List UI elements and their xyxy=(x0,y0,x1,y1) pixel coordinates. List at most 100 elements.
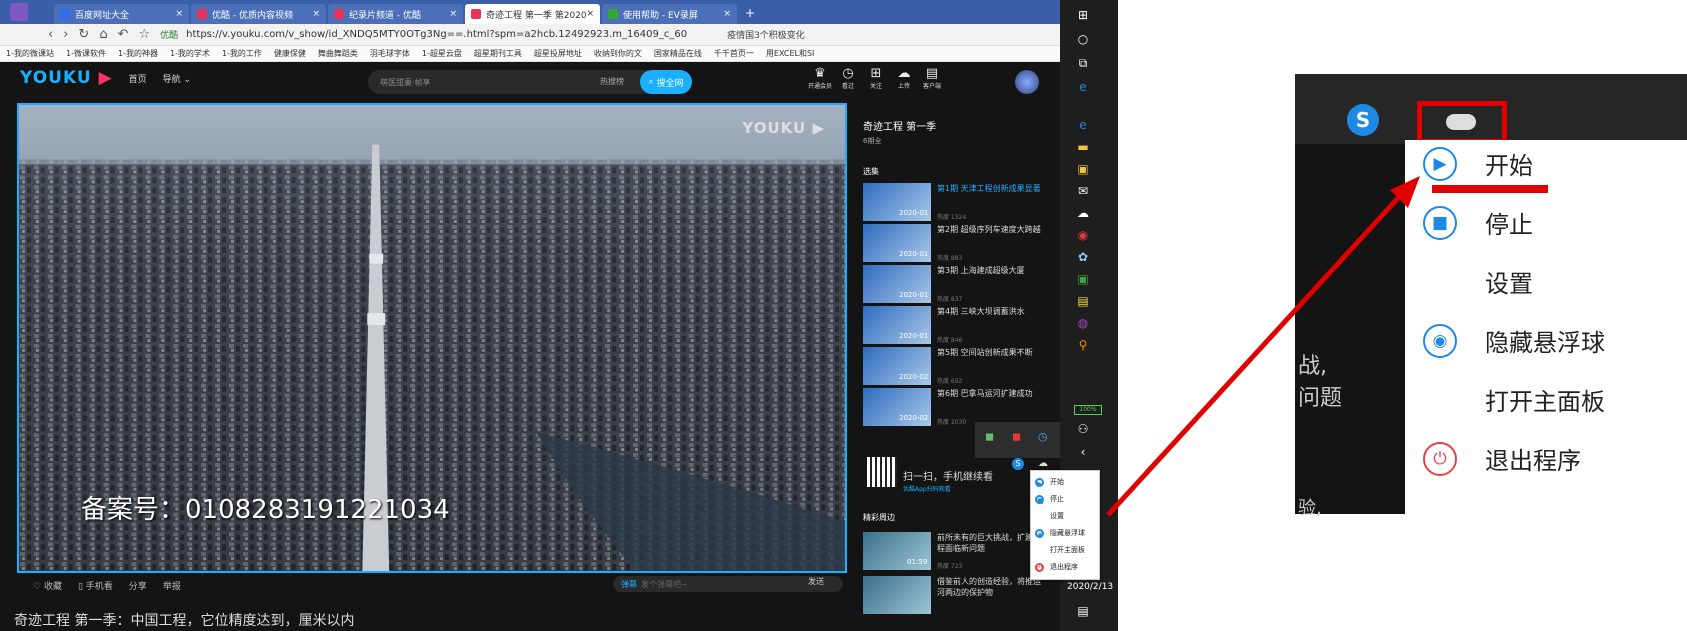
menu-item-5[interactable]: 打开主面板 xyxy=(1423,382,1605,417)
store-icon[interactable]: ▣ xyxy=(1073,162,1093,180)
header-upload-button[interactable]: ☁ 上传 xyxy=(889,66,919,90)
nav-menu[interactable]: 导航 ⌄ xyxy=(163,72,191,85)
youku-logo[interactable]: YOUKU ▶ xyxy=(20,68,113,88)
nav-home[interactable]: 首页 xyxy=(129,72,147,85)
cortana-icon[interactable]: ○ xyxy=(1073,32,1093,50)
video-player[interactable]: YOUKU ▶ 备案号：0108283191221034 xyxy=(17,103,847,573)
bookmark-item[interactable]: 1-微课软件 xyxy=(66,48,106,59)
bookmark-item[interactable]: 1-我的微课站 xyxy=(6,48,54,59)
search-button[interactable]: ⌕ 搜全网 xyxy=(640,70,692,94)
tab-1[interactable]: 百度网址大全 × xyxy=(54,4,189,24)
app-icon[interactable]: ✿ xyxy=(1073,250,1093,268)
mail-icon[interactable]: ✉ xyxy=(1073,184,1093,202)
nvidia-icon[interactable]: ◼ xyxy=(985,430,994,443)
tray-date[interactable]: 2020/2/13 xyxy=(1067,582,1113,592)
bookmark-item[interactable]: 羽毛球字体 xyxy=(370,48,410,59)
tab-3[interactable]: 纪录片频道 - 优酷 × xyxy=(328,4,463,24)
tab-4[interactable]: 奇迹工程 第一季 第2020 × xyxy=(465,4,600,24)
battery-icon[interactable]: 100% xyxy=(1074,405,1102,415)
search-app-icon[interactable]: ⚲ xyxy=(1073,338,1093,356)
menu-item-label: 开始 xyxy=(1050,478,1064,486)
menu-item-6[interactable]: ⏻ 退出程序 xyxy=(1035,562,1078,573)
episode-item[interactable]: 2020-01 第3期 上海建成超级大厦 热度 837 xyxy=(863,265,1043,305)
tab-5[interactable]: 使用帮助 - EV录屏 × xyxy=(602,4,737,24)
episode-thumbnail: 2020-01 xyxy=(863,306,931,344)
hot-search-link[interactable]: 热搜榜 xyxy=(600,76,624,87)
episode-item[interactable]: 2020-01 第1期 天津工程创新成果显著 热度 1324 xyxy=(863,183,1043,223)
header-history-button[interactable]: ◷ 看过 xyxy=(833,66,863,90)
close-icon[interactable]: × xyxy=(312,9,320,19)
clock-app-icon[interactable]: ◷ xyxy=(1038,430,1048,443)
search-hint[interactable]: 疫情国3个积极变化 xyxy=(727,28,805,41)
shield-icon[interactable]: ◼ xyxy=(1012,430,1021,443)
green-app-icon[interactable]: ▣ xyxy=(1073,272,1093,290)
bookmark-item[interactable]: 健康保健 xyxy=(274,48,306,59)
notification-icon[interactable]: ▤ xyxy=(1073,604,1093,622)
menu-item-5[interactable]: 打开主面板 xyxy=(1035,545,1085,555)
refresh-icon[interactable]: ↻ xyxy=(78,27,89,42)
episode-item[interactable]: 2020-02 第5期 空间站创新成果不断 热度 692 xyxy=(863,347,1043,387)
ev-recorder-icon[interactable]: ☁ xyxy=(1038,458,1048,469)
close-icon[interactable]: × xyxy=(723,9,731,19)
tray-expand-icon[interactable]: ‹ xyxy=(1073,445,1093,463)
close-icon[interactable]: × xyxy=(586,9,594,19)
menu-item-1[interactable]: ▶ 开始 xyxy=(1035,477,1064,488)
bookmark-item[interactable]: 1-我的神器 xyxy=(118,48,158,59)
ie-icon[interactable]: e xyxy=(1073,118,1093,136)
star-icon[interactable]: ☆ xyxy=(138,27,150,42)
video-action-phone[interactable]: ▯ 手机看 xyxy=(78,579,113,592)
menu-item-3[interactable]: 设置 xyxy=(1035,511,1064,521)
bookmark-item[interactable]: 用EXCEL和SI xyxy=(766,48,815,59)
bookmark-item[interactable]: 1-我的学术 xyxy=(170,48,210,59)
forward-icon[interactable]: › xyxy=(63,27,68,42)
video-action-report[interactable]: 举报 xyxy=(163,579,181,592)
header-client-button[interactable]: ▤ 客户端 xyxy=(917,66,947,90)
related-item[interactable]: 借鉴前人的创造经验，将推运河两边的保护物 xyxy=(863,576,1043,616)
network-icon[interactable]: ⚇ xyxy=(1073,422,1093,440)
task-view-icon[interactable]: ⧉ xyxy=(1073,56,1093,74)
menu-item-4[interactable]: ◉ 隐藏悬浮球 xyxy=(1423,323,1605,358)
edge-icon[interactable]: e xyxy=(1073,80,1093,98)
new-tab-button[interactable]: + xyxy=(745,6,755,20)
bookmark-item[interactable]: 1-我的工作 xyxy=(222,48,262,59)
menu-item-1[interactable]: ▶ 开始 xyxy=(1423,146,1533,181)
header-follow-button[interactable]: ⊞ 关注 xyxy=(861,66,891,90)
header-crown-button[interactable]: ♛ 开通会员 xyxy=(805,66,835,90)
browser-avatar[interactable] xyxy=(10,3,28,21)
notes-icon[interactable]: ▤ xyxy=(1073,294,1093,312)
menu-item-2[interactable]: ■ 停止 xyxy=(1035,494,1064,505)
episode-item[interactable]: 2020-01 第2期 超级序列车速度大跨越 热度 883 xyxy=(863,224,1043,264)
episode-title: 第2期 超级序列车速度大跨越 xyxy=(937,225,1041,234)
cloud-app-icon[interactable]: ☁ xyxy=(1073,206,1093,224)
avatar[interactable] xyxy=(1015,70,1039,94)
netease-music-icon[interactable]: ◉ xyxy=(1073,228,1093,246)
home-icon[interactable]: ⌂ xyxy=(99,27,107,42)
danmu-send-button[interactable]: 发送 xyxy=(808,576,824,587)
menu-item-6[interactable]: ⏻ 退出程序 xyxy=(1423,441,1581,476)
related-item[interactable]: 01:59 前所未有的巨大挑战，扩建工程面临新问题 热度 723 xyxy=(863,532,1043,572)
chrome-icon[interactable]: ◍ xyxy=(1073,316,1093,334)
menu-item-4[interactable]: ◉ 隐藏悬浮球 xyxy=(1035,528,1085,539)
bookmark-item[interactable]: 收纳到你的文 xyxy=(594,48,642,59)
header-icon-label: 上传 xyxy=(897,83,910,90)
close-icon[interactable]: × xyxy=(449,9,457,19)
close-icon[interactable]: × xyxy=(175,9,183,19)
menu-item-2[interactable]: ■ 停止 xyxy=(1423,205,1533,240)
episode-item[interactable]: 2020-01 第4期 三峡大坝调蓄洪水 热度 846 xyxy=(863,306,1043,346)
url-field[interactable]: https://v.youku.com/v_show/id_XNDQ5MTY0O… xyxy=(186,29,687,40)
menu-item-3[interactable]: 设置 xyxy=(1423,264,1533,299)
folder-icon[interactable]: ▬ xyxy=(1073,140,1093,158)
bookmark-item[interactable]: 舞曲舞蹈类 xyxy=(318,48,358,59)
windows-icon[interactable]: ⊞ xyxy=(1073,8,1093,26)
back-icon[interactable]: ‹ xyxy=(48,27,53,42)
bookmark-item[interactable]: 1-超星云盘 xyxy=(422,48,462,59)
bookmark-item[interactable]: 超星期刊工具 xyxy=(474,48,522,59)
bookmark-item[interactable]: 千千首页一 xyxy=(714,48,754,59)
bookmark-item[interactable]: 国家精品在线 xyxy=(654,48,702,59)
video-action-share[interactable]: 分享 xyxy=(129,579,147,592)
undo-icon[interactable]: ↶ xyxy=(118,27,129,42)
video-action-heart[interactable]: ♡ 收藏 xyxy=(33,579,62,592)
tab-2[interactable]: 优酷 - 优质内容视频 × xyxy=(191,4,326,24)
skype-icon[interactable]: S xyxy=(1012,458,1024,470)
bookmark-item[interactable]: 超星投屏地址 xyxy=(534,48,582,59)
